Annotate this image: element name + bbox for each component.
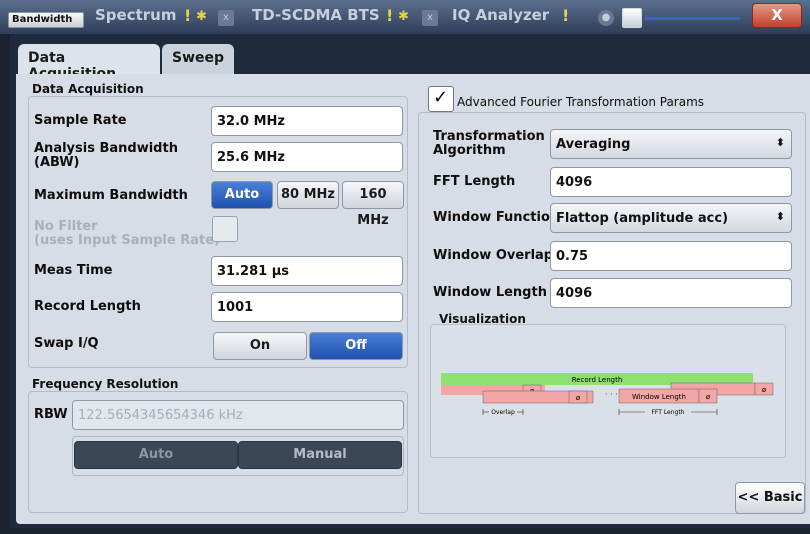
transformation-algorithm-value: Averaging [556, 137, 631, 152]
sample-rate-label: Sample Rate [34, 113, 127, 128]
tab-data-acquisition[interactable]: Data Acquisition [18, 44, 160, 82]
data-acquisition-title: Data Acquisition [32, 82, 144, 96]
sparkle-icon: ✱ [398, 9, 409, 24]
phi-text-3: ø [762, 386, 767, 394]
advanced-fft-checkbox[interactable]: ✓ [428, 86, 454, 112]
bandwidth-badge: Bandwidth [8, 12, 84, 28]
window-overlap-field[interactable]: 0.75 [550, 241, 792, 271]
tab-iq-analyzer[interactable]: IQ Analyzer [452, 6, 549, 24]
fft-length-text: FFT Length [651, 409, 684, 416]
tab-spectrum[interactable]: Spectrum [95, 6, 176, 24]
fft-window-diagram: Record Length ø ø · · · · ø Window Lengt… [441, 373, 774, 416]
meas-time-field[interactable]: 31.281 µs [211, 256, 403, 286]
warning-icon: ! [562, 6, 570, 25]
no-filter-label-line2: (uses Input Sample Rate) [34, 233, 220, 248]
max-bw-auto-button[interactable]: Auto [211, 181, 273, 209]
max-bandwidth-label: Maximum Bandwidth [34, 188, 188, 203]
tab-sweep[interactable]: Sweep [162, 44, 234, 74]
window-function-value: Flattop (amplitude acc) [556, 211, 729, 226]
abw-label-line2: (ABW) [34, 155, 80, 170]
visualization-panel: Record Length ø ø · · · · ø Window Lengt… [430, 324, 786, 458]
fft-length-label: FFT Length [433, 174, 516, 189]
phi-text-4: ø [706, 393, 711, 401]
transformation-algorithm-select[interactable]: Averaging ⬍ [550, 129, 792, 159]
transformation-label-line1: Transformation [433, 129, 545, 144]
warning-icon: ! [386, 6, 394, 25]
window-overlap-label: Window Overlap [433, 248, 554, 263]
meas-time-label: Meas Time [34, 263, 113, 278]
rbw-label: RBW [34, 407, 68, 422]
transformation-algorithm-label: Transformation Algorithm [433, 130, 545, 158]
no-filter-label-line1: No Filter [34, 219, 98, 234]
phi-text-2: ø [576, 394, 581, 402]
window-function-label: Window Function [433, 210, 560, 225]
bandwidth-dialog: Data Acquisition Sweep Data Acquisition … [10, 34, 810, 528]
select-arrows-icon: ⬍ [775, 210, 785, 223]
warning-icon: ! [184, 6, 192, 25]
frequency-resolution-title: Frequency Resolution [32, 377, 179, 391]
tab-td-scdma-bts[interactable]: TD-SCDMA BTS [252, 6, 380, 24]
fft-length-field[interactable]: 4096 [550, 167, 792, 197]
window-length-field[interactable]: 4096 [550, 278, 792, 308]
abw-field[interactable]: 25.6 MHz [211, 142, 403, 172]
window-titlebar: Bandwidth Spectrum ! ✱ x TD-SCDMA BTS ! … [0, 0, 810, 34]
rbw-field[interactable]: 122.5654345654346 kHz [72, 400, 404, 430]
abw-label: Analysis Bandwidth (ABW) [34, 142, 178, 170]
swap-iq-off-button[interactable]: Off [309, 332, 403, 360]
swap-iq-on-button[interactable]: On [213, 332, 307, 360]
slider-handle[interactable] [622, 8, 642, 28]
close-tab-icon[interactable]: x [422, 10, 438, 26]
overlap-text: Overlap [491, 409, 515, 416]
close-tab-icon[interactable]: x [218, 10, 234, 26]
record-icon[interactable]: ● [598, 10, 614, 26]
rbw-manual-button[interactable]: Manual [238, 441, 402, 469]
swap-iq-label: Swap I/Q [34, 336, 99, 351]
rbw-auto-button[interactable]: Auto [74, 441, 238, 469]
window-length-label: Window Length [433, 285, 547, 300]
max-bw-160mhz-button[interactable]: 160 MHz [342, 181, 404, 228]
window-length-text: Window Length [632, 393, 686, 401]
transformation-label-line2: Algorithm [433, 143, 506, 158]
advanced-fft-label: Advanced Fourier Transformation Params [457, 95, 705, 109]
abw-label-line1: Analysis Bandwidth [34, 141, 178, 156]
record-length-label: Record Length [34, 299, 141, 314]
record-length-text: Record Length [572, 376, 623, 384]
close-button[interactable]: X [752, 3, 802, 28]
checkmark-icon: ✓ [433, 87, 449, 108]
max-bw-80mhz-button[interactable]: 80 MHz [277, 181, 339, 209]
sparkle-icon: ✱ [196, 9, 207, 24]
window-function-select[interactable]: Flattop (amplitude acc) ⬍ [550, 203, 792, 233]
basic-button[interactable]: << Basic [735, 482, 805, 514]
select-arrows-icon: ⬍ [775, 136, 785, 149]
sample-rate-field[interactable]: 32.0 MHz [211, 106, 403, 136]
no-filter-label: No Filter (uses Input Sample Rate) [34, 220, 220, 248]
slider-track[interactable] [645, 17, 740, 20]
no-filter-checkbox[interactable] [212, 216, 238, 242]
record-length-field[interactable]: 1001 [211, 292, 403, 322]
